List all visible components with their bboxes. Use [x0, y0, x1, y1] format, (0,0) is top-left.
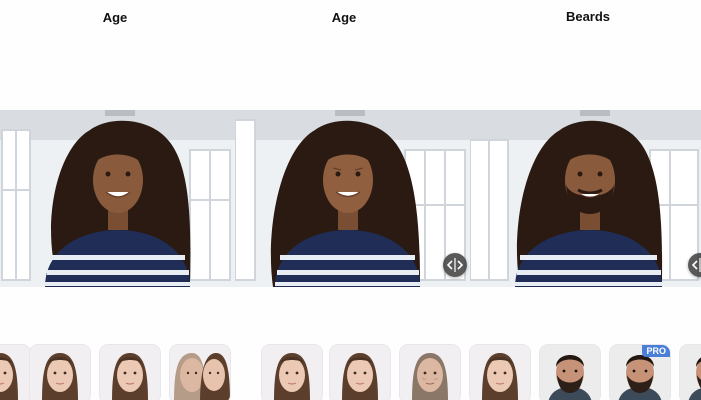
- filter-face-thumbnail-image: [330, 345, 390, 400]
- filter-face-thumbnail-image: [100, 345, 160, 400]
- compare-slider-handle[interactable]: [443, 253, 467, 277]
- portrait-photo: [0, 110, 235, 287]
- compare-slider-handle-2[interactable]: [688, 253, 701, 277]
- column-title-age-1: Age: [102, 10, 128, 25]
- filter-thumbnail[interactable]: [170, 345, 230, 400]
- filter-thumbnail[interactable]: [470, 345, 530, 400]
- app-screen: Age Age Beards PRO: [0, 0, 701, 400]
- filter-thumbnail[interactable]: [262, 345, 322, 400]
- filter-face-thumbnail-image: [170, 345, 230, 400]
- column-title-beards: Beards: [565, 9, 611, 24]
- filter-thumbnail[interactable]: [0, 345, 30, 400]
- filter-thumbnail[interactable]: [680, 345, 701, 400]
- portrait-photo-beard: [470, 110, 701, 287]
- filter-face-thumbnail-image: [30, 345, 90, 400]
- photo-panel-original: [0, 110, 235, 287]
- photo-panel-beard-result: [470, 110, 701, 287]
- filter-thumbnail[interactable]: [330, 345, 390, 400]
- compare-slider-handle-icon: [446, 258, 464, 272]
- filter-face-thumbnail-image: [400, 345, 460, 400]
- filter-face-thumbnail-image: [0, 345, 30, 400]
- compare-slider-handle-icon: [691, 258, 701, 272]
- filter-face-thumbnail-image: [470, 345, 530, 400]
- filter-thumbnail[interactable]: PRO: [610, 345, 670, 400]
- filter-thumbnail-row: PRO: [0, 345, 701, 400]
- photo-strip: [0, 110, 701, 287]
- filter-thumbnail[interactable]: [540, 345, 600, 400]
- portrait-photo-aged: [235, 110, 470, 287]
- filter-thumbnail[interactable]: [400, 345, 460, 400]
- photo-panel-age-result: [235, 110, 470, 287]
- column-title-age-2: Age: [331, 10, 357, 25]
- filter-face-thumbnail-image: [262, 345, 322, 400]
- filter-face-thumbnail-image: [680, 345, 701, 400]
- pro-badge: PRO: [642, 345, 670, 357]
- filter-thumbnail[interactable]: [30, 345, 90, 400]
- filter-face-thumbnail-image: [540, 345, 600, 400]
- filter-thumbnail[interactable]: [100, 345, 160, 400]
